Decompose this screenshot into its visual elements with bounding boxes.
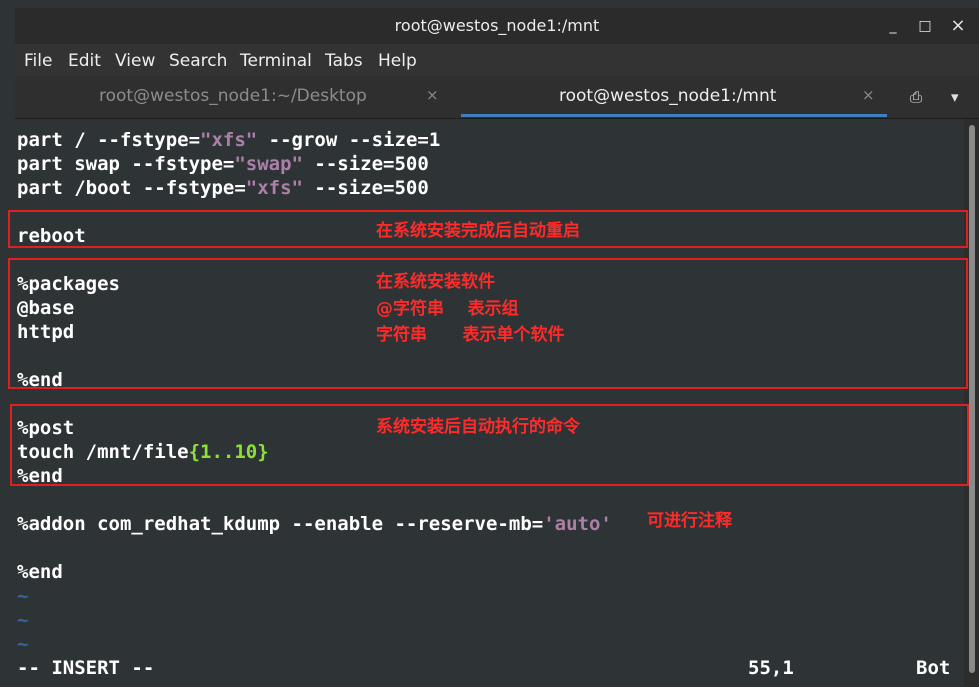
- menu-tabs[interactable]: Tabs: [325, 51, 363, 71]
- terminal-content[interactable]: part / --fstype="xfs" --grow --size=1 pa…: [15, 119, 964, 687]
- annotation-post: 系统安装后自动执行的命令: [376, 417, 580, 437]
- cursor-position: 55,1: [748, 657, 794, 679]
- close-button[interactable]: ×: [948, 16, 968, 36]
- menu-file[interactable]: File: [24, 51, 52, 71]
- menu-view[interactable]: View: [115, 51, 155, 71]
- tab-close-icon[interactable]: ×: [862, 86, 875, 104]
- empty-line-tilde: ~: [17, 585, 29, 607]
- vim-mode-status: -- INSERT --: [17, 657, 155, 679]
- annotation-packages-line3: 字符串 表示单个软件: [376, 325, 565, 345]
- tab-bar: root@westos_node1:~/Desktop × root@westo…: [15, 76, 979, 119]
- code-line: part swap --fstype="swap" --size=500: [17, 153, 429, 175]
- maximize-button[interactable]: □: [915, 16, 935, 36]
- code-line: %end: [17, 561, 63, 583]
- title-bar: root@westos_node1:/mnt _ □ ×: [15, 8, 979, 44]
- annotation-packages-line2: @字符串 表示组: [376, 299, 519, 319]
- annotation-packages-line1: 在系统安装软件: [376, 272, 495, 292]
- scrollbar-thumb[interactable]: [969, 125, 975, 673]
- new-tab-icon[interactable]: ⎙: [910, 88, 922, 106]
- menu-terminal[interactable]: Terminal: [240, 51, 312, 71]
- annotation-addon: 可进行注释: [647, 511, 732, 531]
- menu-bar: File Edit View Search Terminal Tabs Help: [15, 44, 979, 76]
- menu-help[interactable]: Help: [378, 51, 417, 71]
- code-line: part / --fstype="xfs" --grow --size=1: [17, 129, 441, 151]
- minimize-button[interactable]: _: [883, 16, 903, 36]
- scrollbar[interactable]: [966, 119, 978, 687]
- tab-label: root@westos_node1:~/Desktop: [99, 86, 367, 106]
- code-line: %addon com_redhat_kdump --enable --reser…: [17, 513, 612, 535]
- annotation-reboot: 在系统安装完成后自动重启: [376, 221, 580, 241]
- tab-mnt[interactable]: root@westos_node1:/mnt ×: [461, 76, 887, 117]
- empty-line-tilde: ~: [17, 633, 29, 655]
- tab-close-icon[interactable]: ×: [426, 86, 439, 104]
- scroll-position: Bot: [916, 657, 951, 679]
- menu-search[interactable]: Search: [169, 51, 227, 71]
- empty-line-tilde: ~: [17, 609, 29, 631]
- menu-edit[interactable]: Edit: [68, 51, 101, 71]
- chevron-down-icon[interactable]: ▾: [951, 88, 959, 106]
- tab-desktop[interactable]: root@westos_node1:~/Desktop ×: [15, 76, 460, 116]
- code-line: part /boot --fstype="xfs" --size=500: [17, 177, 429, 199]
- window-title: root@westos_node1:/mnt: [394, 16, 600, 35]
- tab-label: root@westos_node1:/mnt: [559, 86, 777, 106]
